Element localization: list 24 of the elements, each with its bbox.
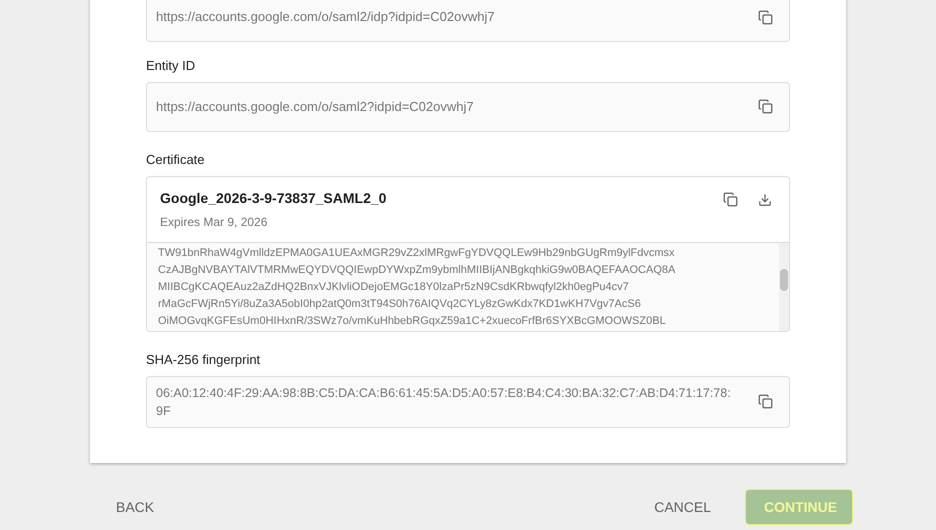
- field-value: https://accounts.google.com/o/saml2/idp?idpid=C02ovwhj7: [156, 8, 495, 26]
- field-value: 06:A0:12:40:4F:29:AA:98:8B:C5:DA:CA:B6:61:45:5A:D5:A0:57:E8:B4:C4:30:BA:32:C7:AB:D4:71:17:78:9F: [156, 384, 731, 420]
- copy-icon: [723, 192, 738, 207]
- field-label: Entity ID: [146, 57, 196, 75]
- copy-icon: [758, 99, 773, 114]
- field-label: SHA-256 fingerprint: [146, 351, 262, 369]
- certificate-text-line: TW91bnRhaW4gVmlldzEPMA0GA1UEAxMGR29vZ2xlMRgwFgYDVQQLEw9Hb29nbGUgRm9ylFdvcmsx: [158, 246, 676, 261]
- url-field[interactable]: https://accounts.google.com/o/saml2/idp?idpid=C02ovwhj7: [146, 0, 790, 42]
- certificate-name: Google_2026-3-9-73837_SAML2_0: [160, 189, 386, 208]
- back-button[interactable]: BACK: [98, 490, 172, 524]
- field-value: https://accounts.google.com/o/saml2?idpid=C02ovwhj7: [156, 98, 474, 116]
- cancel-button[interactable]: CANCEL: [636, 490, 729, 524]
- fingerprint-field[interactable]: 06:A0:12:40:4F:29:AA:98:8B:C5:DA:CA:B6:61:45:5A:D5:A0:57:E8:B4:C4:30:BA:32:C7:AB:D4:71:17:78:9F: [146, 376, 790, 428]
- download-icon: [758, 192, 772, 206]
- certificate-text-line: MIIBCgKCAQEAuz2aZdHQ2BnxVJKlvliODejoEMGc18Y0lzaPr5zN9CsdKRbwqfyl2kh0egPu4cv7: [158, 280, 630, 295]
- copy-icon: [758, 394, 773, 409]
- certificate-text-line: CzAJBgNVBAYTAlVTMRMwEQYDVQQIEwpDYWxpZm9ybmlhMIIBIjANBgkqhkiG9w0BAQEFAAOCAQ8A: [158, 263, 676, 278]
- url-field[interactable]: https://accounts.google.com/o/saml2?idpid=C02ovwhj7: [146, 82, 790, 132]
- field-label: Certificate: [146, 150, 206, 168]
- scrollbar-thumb[interactable]: [780, 269, 788, 291]
- expiry-date: Expires Mar 9, 2026: [160, 214, 268, 231]
- copy-icon: [758, 10, 773, 24]
- certificate-text-line: rMaGcFWjRn5Yi/8uZa3A5obI0hp2atQ0m3tT94S0h76AIQVq2CYLy8zGwKdx7KD1wKH7Vgv7AcS6: [158, 297, 642, 312]
- certificate-text-line: OiMOGvqKGFEsUm0HIHxnR/3SWz7o/vmKuHhbebRGqxZ59a1C+2xuecoFrfBr6SYXBcGMOOWSZ0BL: [158, 314, 667, 329]
